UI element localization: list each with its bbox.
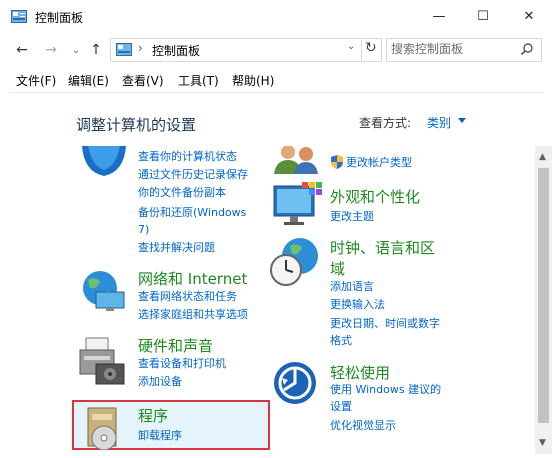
- control-panel-icon: [116, 43, 132, 56]
- scrollbar-thumb[interactable]: [538, 168, 549, 423]
- link-windows-suggested-settings-cont[interactable]: 设置: [330, 398, 352, 416]
- ease-of-access-icon[interactable]: [272, 360, 318, 406]
- printer-icon[interactable]: [76, 334, 128, 386]
- chevron-down-icon: ⌄: [71, 44, 81, 56]
- vertical-scrollbar[interactable]: ▲ ▼: [535, 146, 552, 454]
- search-icon[interactable]: [520, 42, 534, 56]
- view-by-arrow-icon[interactable]: [458, 118, 466, 123]
- breadcrumb-chevron-icon: ›: [138, 41, 143, 55]
- menu-help[interactable]: 帮助(H): [232, 72, 274, 89]
- search-input[interactable]: [391, 41, 509, 57]
- link-add-device[interactable]: 添加设备: [138, 373, 182, 391]
- uac-shield-icon: [331, 155, 343, 169]
- search-box[interactable]: [386, 38, 542, 62]
- link-change-account-type[interactable]: 更改帐户类型: [346, 154, 412, 172]
- address-divider: [361, 39, 362, 61]
- menu-tools[interactable]: 工具(T): [178, 72, 219, 89]
- minimize-button[interactable]: —: [416, 0, 462, 33]
- link-backup-restore-cont[interactable]: 7): [138, 221, 149, 239]
- control-panel-window: 控制面板 — ☐ ✕ ← → ⌄ ↑ › 控制面板 ⌄ ↻ 搜索控制面板 文件(…: [0, 0, 554, 458]
- category-ease-title[interactable]: 轻松使用: [330, 362, 390, 383]
- menu-view[interactable]: 查看(V): [122, 72, 164, 89]
- view-by-dropdown[interactable]: 类别: [427, 114, 451, 131]
- category-appearance-title[interactable]: 外观和个性化: [330, 186, 420, 207]
- menu-bar: 文件(F) 编辑(E) 查看(V) 工具(T) 帮助(H): [0, 68, 554, 90]
- breadcrumb-control-panel[interactable]: 控制面板: [152, 42, 200, 59]
- recent-locations-button[interactable]: ⌄: [71, 40, 81, 60]
- menu-edit[interactable]: 编辑(E): [68, 72, 109, 89]
- refresh-icon[interactable]: ↻: [365, 40, 377, 56]
- link-change-input-method[interactable]: 更换输入法: [330, 296, 385, 314]
- user-accounts-icon[interactable]: [272, 146, 322, 174]
- control-panel-icon: [11, 10, 27, 23]
- up-arrow-icon: ↑: [90, 42, 102, 58]
- link-change-date-format[interactable]: 更改日期、时间或数字: [330, 315, 440, 333]
- link-file-history[interactable]: 通过文件历史记录保存: [138, 166, 248, 184]
- link-network-status[interactable]: 查看网络状态和任务: [138, 288, 237, 306]
- link-view-computer-status[interactable]: 查看你的计算机状态: [138, 148, 237, 166]
- back-button[interactable]: ←: [14, 40, 30, 60]
- close-button[interactable]: ✕: [506, 0, 552, 33]
- link-optimize-visual-display[interactable]: 优化视觉显示: [330, 417, 396, 435]
- link-change-theme[interactable]: 更改主题: [330, 208, 374, 226]
- maximize-button[interactable]: ☐: [460, 0, 506, 33]
- back-arrow-icon: ←: [16, 42, 28, 58]
- forward-button[interactable]: →: [43, 40, 59, 60]
- link-file-history-cont[interactable]: 你的文件备份副本: [138, 184, 226, 202]
- link-add-language[interactable]: 添加语言: [330, 278, 374, 296]
- link-troubleshoot[interactable]: 查找并解决问题: [138, 239, 215, 257]
- link-homegroup[interactable]: 选择家庭组和共享选项: [138, 306, 248, 324]
- link-uninstall-program[interactable]: 卸载程序: [138, 427, 182, 445]
- category-clock-title[interactable]: 时钟、语言和区: [330, 237, 435, 258]
- view-by-label: 查看方式:: [359, 116, 412, 130]
- up-button[interactable]: ↑: [89, 40, 103, 60]
- appearance-icon[interactable]: [272, 180, 322, 228]
- close-icon: ✕: [523, 9, 535, 24]
- maximize-icon: ☐: [477, 9, 489, 24]
- address-dropdown-icon[interactable]: ⌄: [347, 41, 355, 52]
- address-bar[interactable]: › 控制面板 ⌄ ↻: [110, 38, 382, 62]
- link-backup-restore[interactable]: 备份和还原(Windows: [138, 204, 246, 222]
- category-hardware-title[interactable]: 硬件和声音: [138, 335, 213, 356]
- network-globe-icon[interactable]: [78, 266, 130, 312]
- navigation-bar: ← → ⌄ ↑ › 控制面板 ⌄ ↻: [0, 36, 554, 64]
- link-change-date-format-cont[interactable]: 格式: [330, 332, 352, 350]
- forward-arrow-icon: →: [45, 42, 57, 58]
- category-programs-title[interactable]: 程序: [138, 405, 168, 426]
- scroll-down-icon[interactable]: ▼: [539, 438, 546, 448]
- link-windows-suggested-settings[interactable]: 使用 Windows 建议的: [330, 381, 441, 399]
- menu-file[interactable]: 文件(F): [16, 72, 56, 89]
- programs-icon[interactable]: [82, 406, 128, 450]
- system-security-icon[interactable]: [80, 146, 128, 180]
- category-clock-title-cont[interactable]: 域: [330, 258, 345, 279]
- menu-divider: [10, 92, 544, 93]
- page-title: 调整计算机的设置: [76, 116, 197, 134]
- minimize-icon: —: [432, 9, 446, 24]
- title-bar: 控制面板 — ☐ ✕: [0, 0, 554, 33]
- scroll-up-icon[interactable]: ▲: [539, 152, 546, 162]
- clock-globe-icon[interactable]: [268, 236, 324, 288]
- category-network-title[interactable]: 网络和 Internet: [138, 268, 247, 289]
- link-devices-printers[interactable]: 查看设备和打印机: [138, 355, 226, 373]
- window-title: 控制面板: [35, 11, 84, 25]
